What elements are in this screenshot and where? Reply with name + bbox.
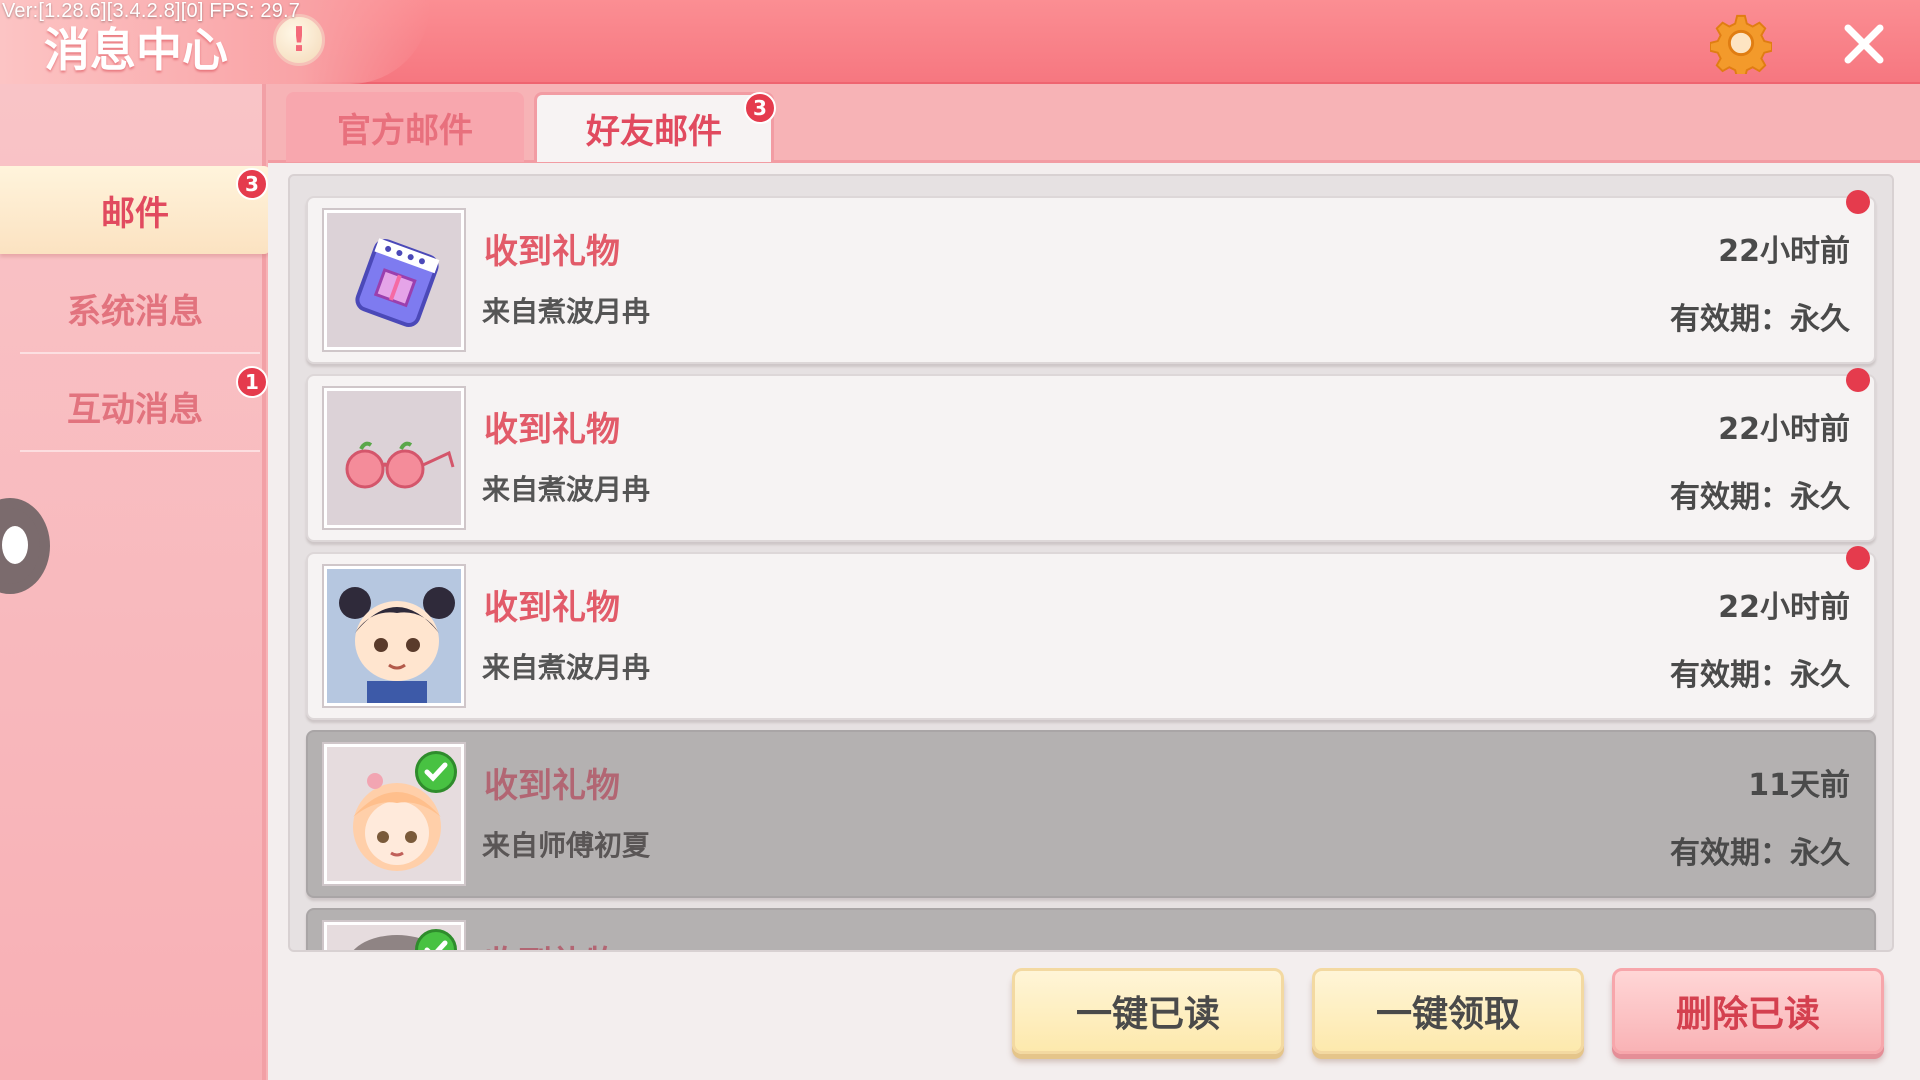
mail-expiry: 有效期：永久 (1670, 480, 1850, 515)
mail-expiry: 有效期：永久 (1670, 302, 1850, 337)
unread-dot (1846, 190, 1870, 214)
sidebar-item-label: 互动消息 (67, 389, 203, 430)
sidebar-item-mail[interactable]: 邮件 (0, 166, 270, 254)
button-label: 一键领取 (1375, 994, 1520, 1035)
sidebar-item-label: 邮件 (101, 193, 169, 234)
sidebar-item-system-messages[interactable]: 系统消息 (0, 264, 270, 352)
mail-time: 22小时前 (1718, 412, 1850, 447)
tab-label: 好友邮件 (586, 112, 722, 152)
delete-read-button[interactable]: 删除已读 (1612, 968, 1884, 1054)
mail-sender: 来自煮波月冉 (482, 295, 651, 328)
mail-sender: 来自师傅初夏 (482, 829, 651, 862)
mail-expiry: 有效期：永久 (1670, 836, 1850, 871)
side-handle[interactable] (0, 498, 50, 594)
mail-item[interactable]: 收到礼物 来自煮波月冉 22小时前 有效期：永久 (306, 546, 1876, 720)
mail-title: 收到礼物 (484, 410, 620, 450)
mail-badge: 3 (236, 168, 268, 200)
peach-glasses-icon (324, 388, 464, 528)
mail-item[interactable]: 收到礼物 来自煮波月冉 22小时前 有效期：永久 (306, 368, 1876, 542)
tab-friend-mail[interactable]: 好友邮件 (534, 92, 774, 162)
mail-time: 22小时前 (1718, 590, 1850, 625)
unread-dot (1846, 368, 1870, 392)
mail-list[interactable]: 收到礼物 来自煮波月冉 22小时前 有效期：永久 收到礼物 来自煮波月冉 22小… (288, 174, 1894, 952)
mail-item[interactable]: 收到礼物 来自煮波月冉 22小时前 有效期：永久 (306, 190, 1876, 364)
tab-official-mail[interactable]: 官方邮件 (286, 92, 524, 162)
mail-sender: 来自煮波月冉 (482, 473, 651, 506)
sidebar-item-label: 系统消息 (67, 291, 203, 332)
mail-expiry: 有效期：永久 (1670, 658, 1850, 693)
friend-mail-badge: 3 (744, 92, 776, 124)
mail-time: 22小时前 (1718, 234, 1850, 269)
mail-title: 收到礼物 (484, 766, 620, 806)
mail-time: 11天前 (1748, 768, 1850, 803)
claim-all-button[interactable]: 一键领取 (1312, 968, 1584, 1054)
mail-title: 收到礼物 (484, 232, 620, 272)
button-label: 删除已读 (1675, 994, 1820, 1035)
gear-icon[interactable] (1710, 12, 1772, 74)
close-icon[interactable] (1840, 20, 1888, 68)
avatar-icon (324, 922, 464, 950)
page-title: 消息中心 (44, 23, 228, 77)
mail-item[interactable]: 收到礼物 (306, 908, 1876, 950)
mail-item[interactable]: 收到礼物 来自师傅初夏 11天前 有效期：永久 (306, 730, 1876, 898)
gift-box-icon (324, 210, 464, 350)
mark-all-read-button[interactable]: 一键已读 (1012, 968, 1284, 1054)
chibi-avatar-icon (324, 566, 464, 706)
tab-label: 官方邮件 (337, 110, 473, 151)
button-label: 一键已读 (1075, 994, 1220, 1035)
debug-overlay: Ver:[1.28.6][3.4.2.8][0] FPS: 29.7 (2, 0, 301, 22)
unread-dot (1846, 546, 1870, 570)
mail-title: 收到礼物 (484, 936, 620, 950)
interaction-badge: 1 (236, 366, 268, 398)
mail-title: 收到礼物 (484, 588, 620, 628)
chibi-girl-avatar-icon (324, 744, 464, 884)
sidebar-divider (20, 450, 260, 452)
claimed-check-icon (415, 751, 457, 793)
sidebar-divider (20, 352, 260, 354)
sidebar-item-interaction-messages[interactable]: 互动消息 (0, 362, 270, 450)
mail-sender: 来自煮波月冉 (482, 651, 651, 684)
